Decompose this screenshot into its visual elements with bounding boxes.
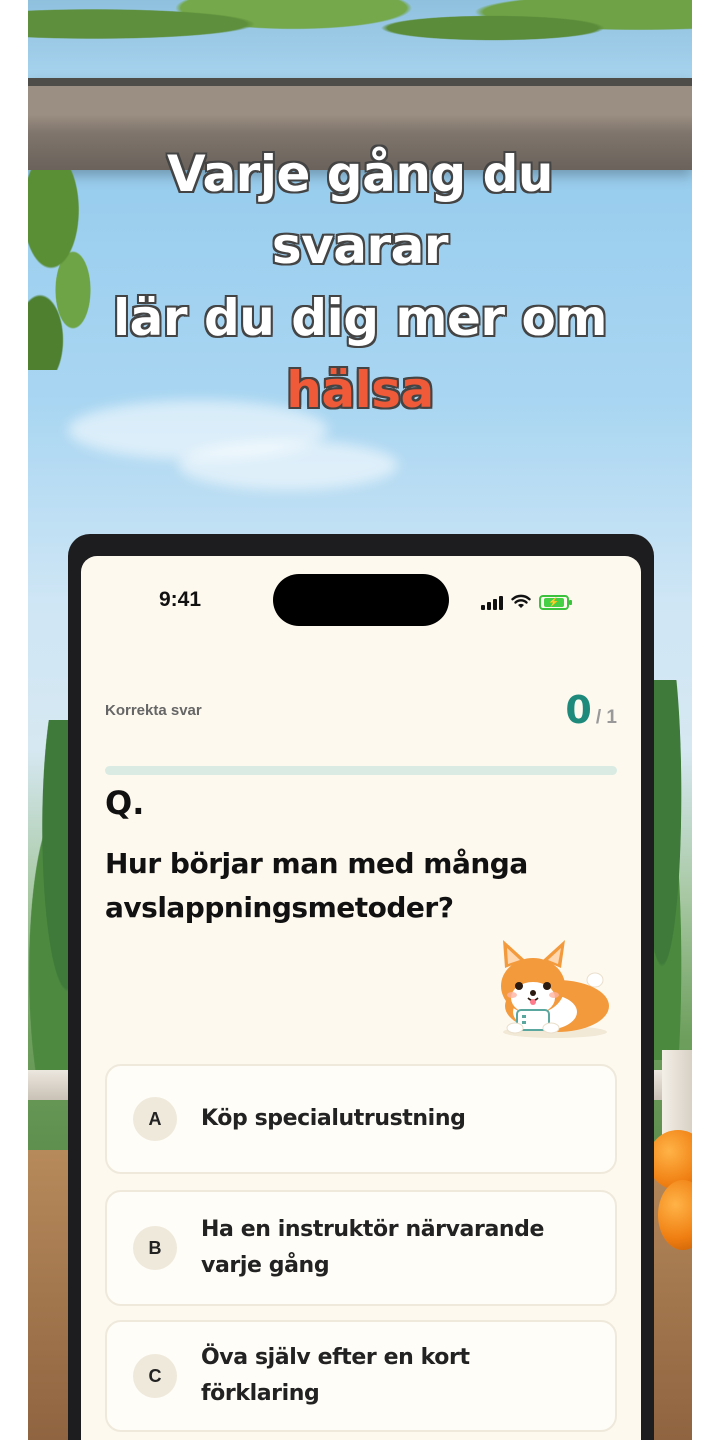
score-value: 0 — [565, 688, 592, 732]
signal-icon — [481, 594, 503, 610]
cloud — [178, 440, 398, 490]
status-icons: ⚡ — [481, 590, 572, 610]
headline-line: Varje gång du — [166, 145, 554, 203]
progress-bar — [105, 766, 617, 775]
option-text: Öva själv efter en kort förklaring — [201, 1345, 470, 1406]
answer-option-b[interactable]: B Ha en instruktör närvarande varje gång — [105, 1190, 617, 1306]
answer-option-a[interactable]: A Köp specialutrustning — [105, 1064, 617, 1174]
leaves-decoration — [28, 0, 692, 80]
status-time: 9:41 — [159, 588, 202, 611]
score-total: / 1 — [595, 707, 617, 728]
option-letter-badge: A — [133, 1097, 177, 1141]
wifi-icon — [511, 594, 531, 608]
headline-line: svarar — [271, 217, 449, 275]
option-text: Ha en instruktör närvarande varje gång — [201, 1217, 545, 1278]
phone-screen: 9:41 ⚡ Korrekta svar 0 / 1 Q. Hur börjar… — [81, 556, 641, 1440]
battery-icon: ⚡ — [539, 595, 572, 610]
option-text: Köp specialutrustning — [201, 1106, 466, 1131]
question-marker: Q. — [105, 784, 145, 822]
corgi-mascot-icon — [501, 940, 609, 1038]
headline-line: lär du dig mer om — [113, 289, 607, 347]
headline: Varje gång du svarar lär du dig mer om h… — [28, 138, 692, 426]
score-counter: 0 / 1 — [565, 688, 617, 732]
answer-option-c[interactable]: C Öva själv efter en kort förklaring — [105, 1320, 617, 1432]
headline-accent-word: hälsa — [286, 361, 434, 419]
score-label: Korrekta svar — [105, 702, 202, 719]
question-text: Hur börjar man med många avslappningsmet… — [105, 847, 528, 924]
option-letter-badge: B — [133, 1226, 177, 1270]
dynamic-island — [273, 574, 449, 626]
option-letter-badge: C — [133, 1354, 177, 1398]
